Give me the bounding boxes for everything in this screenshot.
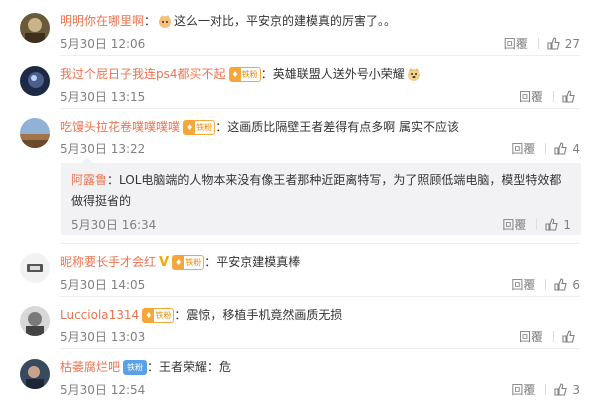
divider: [60, 243, 580, 244]
thumbs-up-icon: [547, 37, 560, 50]
comment-text: 英雄联盟人送外号小荣耀: [272, 67, 405, 81]
thumbs-up-icon: [562, 90, 575, 103]
like-count: 1: [563, 218, 571, 232]
sub-reply-time: 5月30日 16:34: [71, 218, 157, 232]
comment-actions: 回覆: [519, 88, 580, 105]
divider: [60, 55, 580, 56]
thumbs-up-icon: [554, 142, 568, 155]
like-count: 6: [572, 278, 580, 292]
avatar[interactable]: [20, 66, 50, 96]
reply-button[interactable]: 回覆: [511, 276, 535, 293]
username-link[interactable]: 吃馒头拉花卷噗噗噗噗: [60, 120, 180, 134]
comment-actions: 回覆: [519, 328, 580, 345]
divider: [60, 296, 580, 297]
comment-time: 5月30日 12:06: [60, 37, 146, 51]
comment-text: 震惊，移植手机竟然画质无损: [186, 308, 343, 322]
like-button[interactable]: [562, 90, 580, 104]
username-link[interactable]: 昵称要长手才会红: [60, 255, 156, 269]
username-link[interactable]: 枯萎腐烂吧: [60, 360, 120, 374]
like-count: 27: [564, 37, 580, 51]
thumbs-up-icon: [554, 278, 568, 291]
username-link[interactable]: 明明你在哪里啊: [60, 14, 144, 28]
like-count: 3: [572, 383, 580, 397]
comment-line: 明明你在哪里啊： 这么一对比，平安京的建模真的厉害了。。: [60, 12, 396, 31]
username-link[interactable]: Lucciola1314: [60, 308, 139, 322]
thumbs-up-icon: [545, 218, 559, 231]
like-button[interactable]: 4: [554, 142, 580, 156]
username-link[interactable]: 我过个屁日子我连ps4都买不起: [60, 67, 226, 81]
comment-actions: 回覆 4: [511, 140, 580, 157]
sub-reply-text: ：LOL电脑端的人物本来没有像王者那种近距离特写，为了照顾低端电脑，模型特效都: [107, 173, 562, 187]
divider: [545, 279, 547, 290]
divider: [545, 384, 547, 395]
comment-time: 5月30日 13:22: [60, 142, 146, 156]
fan-badge: ♦ 铁粉: [142, 308, 175, 323]
comment-line: 枯萎腐烂吧 铁粉 ：王者荣耀：危: [60, 360, 232, 375]
comment-time: 5月30日 12:54: [60, 383, 146, 397]
like-button[interactable]: 1: [545, 218, 571, 232]
avatar[interactable]: [20, 253, 50, 283]
comment-time: 5月30日 13:15: [60, 90, 146, 104]
thumbs-up-icon: [562, 330, 575, 343]
like-button[interactable]: 3: [554, 383, 580, 397]
divider: [553, 91, 554, 102]
divider: [60, 108, 580, 109]
reply-button[interactable]: 回覆: [504, 35, 528, 52]
like-count: 4: [572, 142, 580, 156]
sub-reply-text-cont: 做得挺省的: [71, 194, 132, 208]
like-button[interactable]: 27: [547, 37, 580, 51]
comment-line: 吃馒头拉花卷噗噗噗噗 ♦ 铁粉 ：这画质比隔壁王者差得有点多啊 属实不应该: [60, 120, 460, 135]
comment-time: 5月30日 13:03: [60, 330, 146, 344]
caret: [81, 157, 93, 163]
comment-actions: 回覆 6: [511, 276, 580, 293]
comment-text: 这么一对比，平安京的建模真的厉害了。。: [174, 14, 397, 28]
divider: [60, 348, 580, 349]
verified-icon: V: [159, 255, 170, 270]
thumbs-up-icon: [554, 383, 568, 396]
comment-text: 这画质比隔壁王者差得有点多啊 属实不应该: [227, 120, 460, 134]
sub-reply-line: 阿露鲁：LOL电脑端的人物本来没有像王者那种近距离特写，为了照顾低端电脑，模型特…: [71, 171, 561, 188]
username-link[interactable]: 阿露鲁: [71, 173, 107, 187]
reply-button[interactable]: 回覆: [511, 381, 535, 398]
reply-button[interactable]: 回覆: [519, 328, 543, 345]
comment-actions: 回覆 3: [511, 381, 580, 398]
like-button[interactable]: 6: [554, 278, 580, 292]
cat-emoji-icon: [158, 14, 172, 31]
fan-badge: ♦ 铁粉: [183, 120, 216, 135]
comment-actions: 回覆 27: [504, 35, 580, 52]
comment-line: Lucciola1314 ♦ 铁粉 ：震惊，移植手机竟然画质无损: [60, 308, 343, 323]
fan-badge: 铁粉: [123, 360, 148, 375]
divider: [536, 219, 538, 230]
reply-button[interactable]: 回覆: [511, 140, 535, 157]
like-button[interactable]: [562, 330, 580, 344]
sub-reply-box: 阿露鲁：LOL电脑端的人物本来没有像王者那种近距离特写，为了照顾低端电脑，模型特…: [61, 157, 581, 235]
divider: [553, 331, 554, 342]
comment-text: 平安京建模真棒: [216, 255, 301, 269]
avatar[interactable]: [20, 359, 50, 389]
comment-line: 我过个屁日子我连ps4都买不起 ♦ 铁粉 ：英雄联盟人送外号小荣耀: [60, 65, 423, 84]
doge-emoji-icon: [407, 67, 421, 84]
avatar[interactable]: [20, 13, 50, 43]
comment-line: 昵称要长手才会红 V ♦ 铁粉 ：平安京建模真棒: [60, 255, 301, 270]
avatar[interactable]: [20, 118, 50, 148]
avatar[interactable]: [20, 306, 50, 336]
divider: [545, 143, 547, 154]
fan-badge: ♦ 铁粉: [172, 255, 205, 270]
reply-button[interactable]: 回覆: [502, 218, 526, 232]
comment-time: 5月30日 14:05: [60, 278, 146, 292]
sub-reply-actions: 回覆 1: [502, 216, 571, 233]
fan-badge: ♦ 铁粉: [228, 67, 261, 82]
comment-text: 王者荣耀：危: [159, 360, 232, 374]
divider: [537, 38, 539, 49]
reply-button[interactable]: 回覆: [519, 88, 543, 105]
